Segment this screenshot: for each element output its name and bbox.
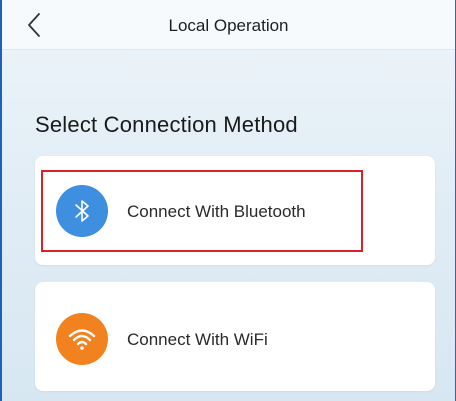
connect-wifi-option[interactable]: Connect With WiFi bbox=[35, 282, 435, 391]
page-title: Local Operation bbox=[168, 16, 289, 35]
app-screen: Local Operation Select Connection Method… bbox=[0, 0, 456, 401]
bluetooth-icon-badge bbox=[56, 185, 108, 237]
bluetooth-icon bbox=[75, 200, 89, 222]
top-navigation-bar: Local Operation bbox=[2, 0, 455, 50]
section-heading: Select Connection Method bbox=[35, 112, 298, 137]
wifi-option-label: Connect With WiFi bbox=[127, 330, 268, 349]
wifi-icon-badge bbox=[56, 313, 108, 365]
bluetooth-option-label: Connect With Bluetooth bbox=[127, 202, 306, 221]
wifi-icon bbox=[68, 329, 96, 350]
connect-bluetooth-option[interactable]: Connect With Bluetooth bbox=[35, 156, 435, 265]
